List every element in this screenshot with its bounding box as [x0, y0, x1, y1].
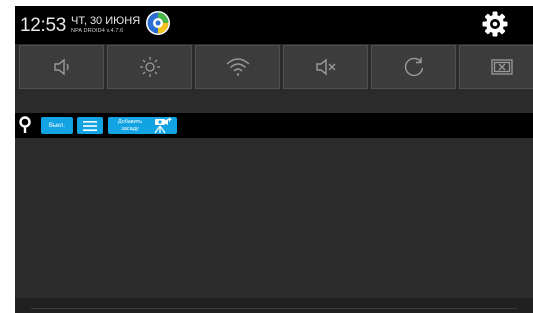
- add-ambush-label: Добавить засаду: [117, 119, 143, 132]
- rotate-toggle[interactable]: [371, 45, 456, 89]
- clock: 12:53: [20, 15, 67, 36]
- brightness-icon: [139, 57, 160, 77]
- camera-tripod-icon: [154, 117, 172, 134]
- wifi-icon: [226, 58, 249, 76]
- brightness-toggle[interactable]: [107, 45, 192, 89]
- rotate-icon: [404, 57, 423, 77]
- gear-icon[interactable]: [481, 10, 509, 38]
- bottom-divider: [31, 308, 517, 309]
- app-logo-icon[interactable]: [145, 10, 171, 36]
- map-area[interactable]: [15, 138, 533, 298]
- add-ambush-button[interactable]: Добавить засаду: [108, 117, 177, 134]
- device-screen: 12:53 ЧТ, 30 ИЮНЯ NPA DROID4 v.4.7.6 Вык…: [15, 6, 533, 313]
- off-button-label: Выкл.: [48, 122, 66, 129]
- status-bar: 12:53 ЧТ, 30 ИЮНЯ NPA DROID4 v.4.7.6: [15, 6, 533, 44]
- toolbar: Выкл. Добавить засаду: [15, 113, 533, 138]
- bottom-panel: [15, 298, 533, 313]
- close-window-icon: [490, 59, 513, 75]
- mute-icon: [315, 58, 335, 76]
- map-pin-icon[interactable]: [19, 116, 31, 134]
- volume-toggle[interactable]: [19, 45, 104, 89]
- off-button[interactable]: Выкл.: [41, 117, 73, 134]
- hamburger-menu-icon: [83, 120, 97, 131]
- wifi-toggle[interactable]: [195, 45, 280, 89]
- date: ЧТ, 30 ИЮНЯ: [71, 15, 141, 27]
- close-window-toggle[interactable]: [459, 45, 533, 89]
- quick-toggles: [19, 45, 533, 91]
- volume-icon: [53, 58, 69, 76]
- menu-button[interactable]: [77, 117, 103, 134]
- mute-toggle[interactable]: [283, 45, 368, 89]
- app-version: NPA DROID4 v.4.7.6: [71, 28, 124, 34]
